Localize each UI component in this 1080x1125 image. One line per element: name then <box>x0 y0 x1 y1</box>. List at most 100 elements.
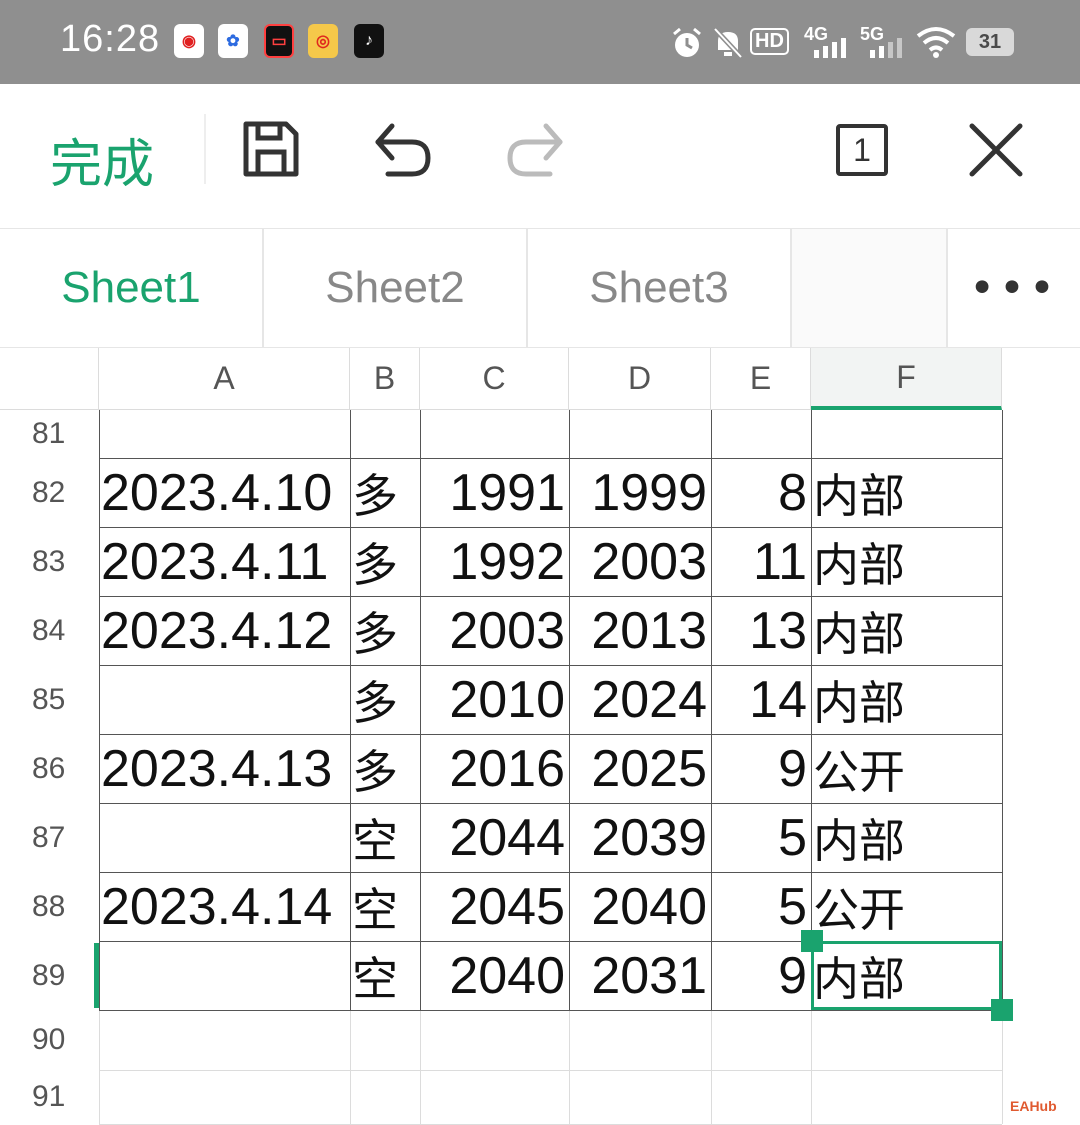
table-cell[interactable] <box>711 1070 811 1124</box>
undo-icon[interactable] <box>372 120 434 178</box>
column-header-f[interactable]: F <box>811 348 1002 410</box>
table-cell[interactable]: 5 <box>711 803 811 872</box>
save-icon[interactable] <box>242 120 300 178</box>
table-cell[interactable] <box>350 1070 420 1124</box>
table-cell[interactable]: 多 <box>350 458 420 527</box>
table-cell[interactable]: 1992 <box>420 527 569 596</box>
table-cell[interactable] <box>811 410 1002 458</box>
table-cell[interactable] <box>99 803 350 872</box>
table-cell[interactable]: 内部 <box>811 527 1002 596</box>
status-time: 16:28 <box>60 18 161 60</box>
table-cell[interactable]: 2044 <box>420 803 569 872</box>
table-cell[interactable]: 2023.4.10 <box>99 458 350 527</box>
table-cell[interactable]: 多 <box>350 527 420 596</box>
table-cell[interactable] <box>420 410 569 458</box>
table-cell[interactable]: 2040 <box>569 872 711 941</box>
table-cell[interactable] <box>420 1010 569 1070</box>
table-cell[interactable]: 内部 <box>811 458 1002 527</box>
table-cell[interactable]: 14 <box>711 665 811 734</box>
redo-icon[interactable] <box>504 120 566 178</box>
table-cell[interactable]: 多 <box>350 596 420 665</box>
table-cell[interactable]: 11 <box>711 527 811 596</box>
table-cell[interactable]: 2003 <box>420 596 569 665</box>
table-cell[interactable]: 2013 <box>569 596 711 665</box>
status-bar: 16:28 ◉ ✿ ▭ ◎ ♪ HD 4G 5G 31 <box>0 0 1080 84</box>
table-cell[interactable]: 2039 <box>569 803 711 872</box>
table-cell[interactable]: 公开 <box>811 734 1002 803</box>
table-cell[interactable]: 2045 <box>420 872 569 941</box>
column-header-d[interactable]: D <box>569 348 711 410</box>
table-cell[interactable]: 2025 <box>569 734 711 803</box>
table-cell[interactable]: 8 <box>711 458 811 527</box>
selection-handle-start[interactable] <box>801 930 823 952</box>
table-cell[interactable]: 1999 <box>569 458 711 527</box>
table-cell[interactable]: 内部 <box>811 803 1002 872</box>
table-cell[interactable] <box>420 1070 569 1124</box>
row-header[interactable]: 86 <box>0 734 99 803</box>
table-cell[interactable]: 2023.4.11 <box>99 527 350 596</box>
table-cell[interactable]: 内部 <box>811 596 1002 665</box>
signal-5g-icon <box>870 38 902 58</box>
column-header-c[interactable]: C <box>420 348 569 410</box>
table-cell[interactable]: 1991 <box>420 458 569 527</box>
table-cell[interactable]: 2016 <box>420 734 569 803</box>
row-header[interactable]: 83 <box>0 527 99 596</box>
table-cell[interactable]: 9 <box>711 734 811 803</box>
table-cell[interactable]: 空 <box>350 803 420 872</box>
tab-sheet1[interactable]: Sheet1 <box>0 229 264 347</box>
table-cell[interactable] <box>569 1070 711 1124</box>
table-cell[interactable]: 2040 <box>420 941 569 1010</box>
table-cell[interactable] <box>350 410 420 458</box>
column-header-a[interactable]: A <box>99 348 350 410</box>
table-cell[interactable] <box>99 1010 350 1070</box>
table-cell[interactable]: 9 <box>711 941 811 1010</box>
table-cell[interactable] <box>569 1010 711 1070</box>
table-cell[interactable]: 2023.4.12 <box>99 596 350 665</box>
window-count-button[interactable]: 1 <box>836 124 888 176</box>
row-header[interactable]: 90 <box>0 1010 99 1070</box>
done-button[interactable]: 完成 <box>50 122 154 197</box>
table-cell[interactable]: 内部 <box>811 665 1002 734</box>
table-cell[interactable]: 2003 <box>569 527 711 596</box>
table-cell[interactable]: 多 <box>350 734 420 803</box>
row-header[interactable]: 85 <box>0 665 99 734</box>
table-cell[interactable] <box>99 665 350 734</box>
table-cell[interactable]: 2023.4.14 <box>99 872 350 941</box>
table-cell[interactable]: 多 <box>350 665 420 734</box>
row-header[interactable]: 82 <box>0 458 99 527</box>
select-all-corner[interactable] <box>0 348 99 410</box>
table-cell[interactable] <box>811 1010 1002 1070</box>
row-header[interactable]: 88 <box>0 872 99 941</box>
more-sheets-button[interactable]: ••• <box>946 229 1080 347</box>
table-cell[interactable]: 公开 <box>811 872 1002 941</box>
close-icon[interactable] <box>968 122 1024 178</box>
table-cell[interactable]: 2023.4.13 <box>99 734 350 803</box>
table-cell[interactable] <box>99 410 350 458</box>
selection-handle-end[interactable] <box>991 999 1013 1021</box>
tab-sheet2[interactable]: Sheet2 <box>264 229 528 347</box>
row-header[interactable]: 81 <box>0 410 99 458</box>
table-cell[interactable] <box>99 941 350 1010</box>
table-cell[interactable]: 空 <box>350 941 420 1010</box>
row-header[interactable]: 89 <box>0 941 99 1010</box>
table-cell[interactable] <box>811 1070 1002 1124</box>
video-recorder-app-icon: ▭ <box>264 24 294 58</box>
table-cell[interactable]: 2031 <box>569 941 711 1010</box>
table-cell[interactable] <box>711 410 811 458</box>
row-header[interactable]: 91 <box>0 1070 99 1124</box>
table-cell[interactable]: 2024 <box>569 665 711 734</box>
column-header-e[interactable]: E <box>711 348 811 410</box>
table-cell[interactable] <box>711 1010 811 1070</box>
table-cell[interactable]: 空 <box>350 872 420 941</box>
table-cell[interactable] <box>569 410 711 458</box>
row-header[interactable]: 84 <box>0 596 99 665</box>
spreadsheet-grid[interactable]: A B C D E F 81 82 2023.4.10 多 1991 1999 8 内部 83 2023.4.… <box>0 348 1080 1125</box>
table-cell[interactable] <box>99 1070 350 1124</box>
table-cell[interactable]: 5 <box>711 872 811 941</box>
table-cell[interactable]: 2010 <box>420 665 569 734</box>
tab-sheet3[interactable]: Sheet3 <box>528 229 792 347</box>
column-header-b[interactable]: B <box>350 348 420 410</box>
table-cell[interactable] <box>350 1010 420 1070</box>
table-cell[interactable]: 13 <box>711 596 811 665</box>
row-header[interactable]: 87 <box>0 803 99 872</box>
